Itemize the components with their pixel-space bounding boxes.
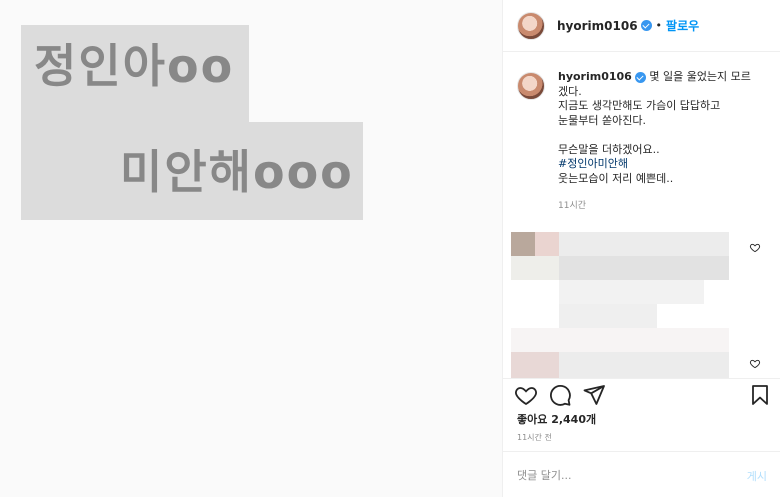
comment-blur bbox=[511, 256, 559, 280]
heart-icon[interactable] bbox=[514, 383, 538, 407]
header-username[interactable]: hyorim0106 bbox=[557, 19, 638, 33]
post-header: hyorim0106 • 팔로우 bbox=[503, 0, 780, 52]
bookmark-icon[interactable] bbox=[748, 383, 772, 407]
caption-avatar[interactable] bbox=[517, 72, 545, 100]
comment-blur bbox=[559, 352, 729, 378]
post-actions: 좋아요 2,440개 11시간 전 게시 bbox=[503, 378, 780, 497]
caption-line: 지금도 생각만해도 가슴이 답답하고 bbox=[558, 99, 721, 112]
comments-list bbox=[511, 232, 773, 378]
comment-blur bbox=[511, 328, 729, 352]
verified-badge-icon bbox=[640, 20, 652, 31]
comment-blur bbox=[559, 256, 729, 280]
caption: hyorim0106 몇 일을 울었는지 모르 겠다. 지금도 생각만해도 가슴… bbox=[517, 70, 767, 211]
comment-icon[interactable] bbox=[548, 383, 572, 407]
image-text-line1: 정인아oo bbox=[34, 39, 235, 93]
post-comment-button[interactable]: 게시 bbox=[747, 468, 767, 484]
caption-line: 웃는모습이 저리 예쁜데.. bbox=[558, 171, 674, 185]
comment-blur bbox=[559, 232, 729, 256]
follow-button[interactable]: 팔로우 bbox=[666, 17, 699, 34]
comment-avatar-blur bbox=[535, 232, 559, 256]
header-separator: • bbox=[655, 19, 663, 32]
comment-blur bbox=[559, 304, 657, 328]
caption-time: 11시간 bbox=[558, 201, 587, 211]
comment-input[interactable] bbox=[517, 464, 737, 486]
comment-avatar-blur bbox=[511, 352, 559, 378]
caption-line: 무슨말을 더하겠어요.. bbox=[558, 142, 660, 156]
caption-text: hyorim0106 몇 일을 울었는지 모르 겠다. 지금도 생각만해도 가슴… bbox=[558, 70, 767, 186]
hashtag-link[interactable]: #정인아미안해 bbox=[558, 157, 628, 170]
comment-blur bbox=[559, 280, 704, 304]
comment-like-heart-icon[interactable] bbox=[749, 242, 761, 253]
caption-line: 눈물부터 쏟아진다. bbox=[558, 113, 646, 127]
likes-count[interactable]: 좋아요 2,440개 bbox=[517, 411, 596, 427]
image-text-line2: 미안해ooo bbox=[120, 145, 354, 199]
caption-line: 몇 일을 울었는지 모르 bbox=[649, 70, 751, 83]
post-image[interactable]: 정인아oo 미안해ooo bbox=[0, 0, 502, 497]
comment-form: 게시 bbox=[503, 451, 780, 497]
post-side-panel: hyorim0106 • 팔로우 hyorim0106 몇 일을 울었는지 모르… bbox=[502, 0, 780, 497]
post-timestamp: 11시간 전 bbox=[517, 433, 552, 442]
caption-username[interactable]: hyorim0106 bbox=[558, 70, 632, 83]
comment-avatar-blur bbox=[511, 232, 535, 256]
comment-like-heart-icon[interactable] bbox=[749, 358, 761, 369]
share-icon[interactable] bbox=[582, 383, 606, 407]
avatar[interactable] bbox=[517, 11, 545, 40]
caption-line: 겠다. bbox=[558, 84, 582, 98]
verified-badge-icon bbox=[634, 71, 646, 83]
